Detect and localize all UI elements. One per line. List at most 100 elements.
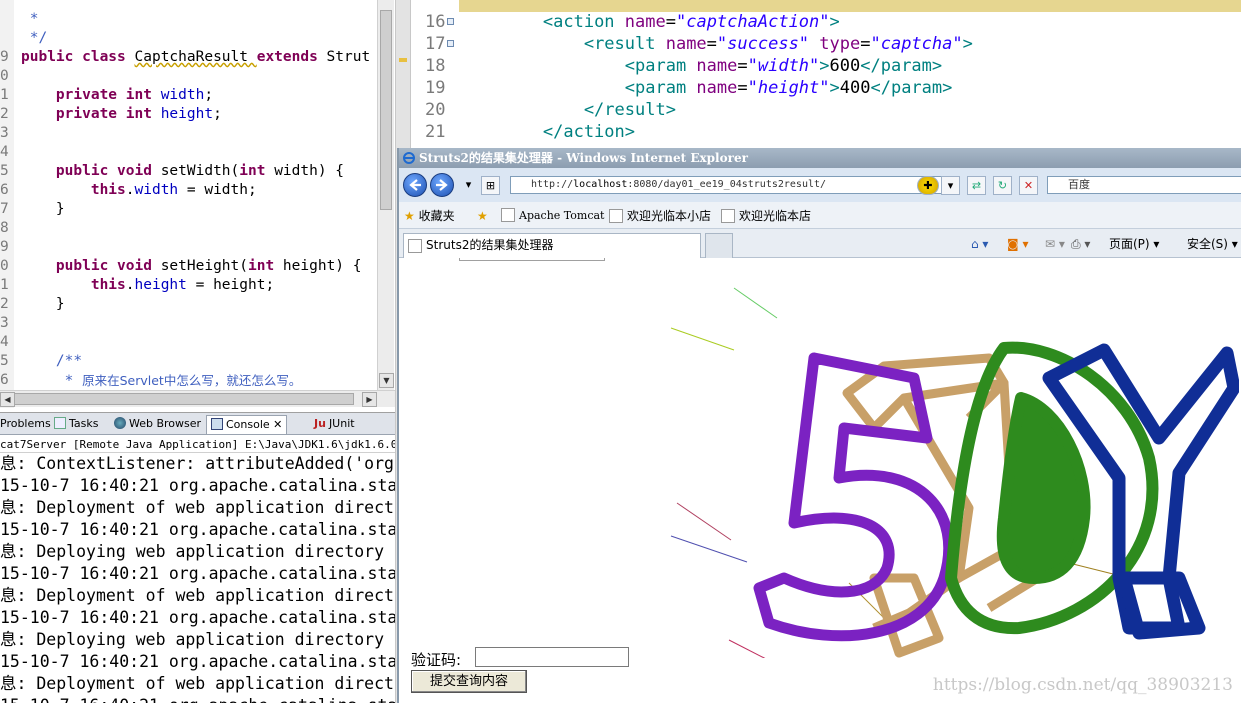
code-token: < (461, 34, 595, 54)
fold-toggle-icon[interactable] (447, 18, 454, 25)
line-number: 1 (0, 277, 9, 293)
ie-tab-active[interactable]: Struts2的结果集处理器 (403, 233, 701, 258)
code-text: /** (21, 352, 82, 371)
code-token: = (665, 12, 676, 32)
code-token: = height; (186, 277, 275, 293)
code-token: width (160, 87, 205, 103)
code-token: CaptchaResult (134, 49, 257, 65)
java-vscroll-thumb[interactable] (380, 10, 392, 210)
code-token: </action> (461, 122, 635, 142)
globe-icon (114, 417, 126, 429)
captcha-input[interactable] (475, 647, 629, 667)
console-line: 息: Deployment of web application directo (0, 498, 395, 517)
close-icon[interactable]: ✕ (273, 418, 282, 431)
forward-arrow-icon (436, 179, 448, 191)
console-view: Problems Tasks Web Browser Console ✕ Ju J… (0, 412, 395, 703)
page-menu[interactable]: 页面(P) ▾ (1109, 236, 1159, 253)
feeds-icon[interactable]: ◙ ▾ (1007, 236, 1028, 253)
code-token: result (594, 34, 656, 54)
code-token: name (614, 12, 666, 32)
java-code-line: */ (0, 29, 47, 48)
safety-menu[interactable]: 安全(S) ▾ (1187, 236, 1238, 253)
code-token: setHeight( (160, 258, 248, 274)
code-token: private int (21, 87, 161, 103)
forward-button[interactable] (430, 173, 454, 197)
favorite-item-store[interactable]: 欢迎光临本店 (721, 207, 811, 225)
captcha-image[interactable] (659, 278, 1239, 658)
java-hscroll-thumb[interactable] (14, 393, 354, 405)
code-text: this.width = width; (21, 181, 257, 200)
java-code-line: 7 } (0, 200, 65, 219)
console-line: 15-10-7 16:40:21 org.apache.catalina.sta (0, 608, 395, 627)
ie-title-bar[interactable]: Struts2的结果集处理器 - Windows Internet Explor… (399, 148, 1241, 168)
code-token: public class (21, 49, 135, 65)
scroll-left-icon[interactable]: ◀ (0, 392, 15, 407)
code-token: = (737, 56, 748, 76)
console-line: 15-10-7 16:40:21 org.apache.catalina.sta (0, 695, 395, 703)
code-token: = (737, 78, 748, 98)
mail-icon[interactable]: ✉ ▾ (1045, 236, 1065, 253)
java-horizontal-scrollbar[interactable]: ◀ ▶ (0, 390, 395, 407)
captcha-label: 验证码: (411, 651, 462, 669)
code-token: int (248, 258, 275, 274)
code-token: * (21, 0, 30, 8)
scroll-right-icon[interactable]: ▶ (362, 392, 377, 407)
code-text: public void setWidth(int width) { (21, 162, 344, 181)
noise-line (670, 535, 748, 563)
line-number: 3 (0, 315, 9, 331)
address-input[interactable]: http://localhost:8080/day01_ee19_04strut… (510, 176, 960, 194)
code-token: this (21, 277, 126, 293)
page-icon (408, 239, 422, 253)
code-token: height (134, 277, 187, 293)
noise-line (733, 287, 778, 319)
line-number: 5 (0, 353, 9, 369)
java-editor[interactable]: * * */ 9 public class CaptchaResult extend… (0, 0, 395, 408)
go-icon[interactable]: ⇄ (967, 176, 986, 195)
scroll-down-icon[interactable]: ▼ (379, 373, 394, 388)
ie-window-title: Struts2的结果集处理器 - Windows Internet Explor… (419, 151, 748, 165)
noise-line (670, 327, 735, 351)
console-line: 15-10-7 16:40:21 org.apache.catalina.sta (0, 476, 395, 495)
xml-editor[interactable]: 16 <action name="captchaAction"> 17 <resu… (411, 0, 1241, 148)
print-icon[interactable]: ⎙ ▾ (1071, 236, 1090, 253)
submit-button[interactable]: 提交查询内容 (411, 670, 527, 693)
compat-icon[interactable]: ⊞ (481, 176, 500, 195)
line-number: 5 (0, 163, 9, 179)
code-text: * (21, 0, 30, 10)
new-tab-button[interactable] (705, 233, 733, 258)
tab-junit[interactable]: Ju JUnit (310, 415, 359, 434)
java-code-line: 0 public void setHeight(int height) { (0, 257, 362, 276)
stop-icon[interactable]: ✕ (1019, 176, 1038, 195)
code-token: . (125, 182, 135, 198)
address-bar-area: ▾ ⊞ http://localhost:8080/day01_ee19_04s… (399, 168, 1241, 202)
code-token: */ (21, 30, 48, 46)
refresh-icon[interactable]: ↻ (993, 176, 1012, 195)
code-token: > (819, 56, 830, 76)
code-text: */ (21, 29, 47, 48)
search-input[interactable]: 百度 (1047, 176, 1241, 194)
code-token: * (21, 373, 83, 389)
back-button[interactable] (403, 173, 427, 197)
code-token: this (21, 182, 126, 198)
history-dropdown-icon[interactable]: ▾ (459, 176, 478, 195)
fold-toggle-icon[interactable] (447, 40, 454, 47)
favorite-item-shop[interactable]: 欢迎光临本小店 (609, 207, 711, 225)
console-process-label: cat7Server [Remote Java Application] E:\… (0, 436, 395, 453)
line-number: 21 (425, 122, 446, 142)
compatibility-view-icon[interactable]: ✚ (917, 176, 939, 195)
favorites-button[interactable]: ★ 收藏夹 (404, 207, 455, 225)
java-code-line: 5 /** (0, 352, 82, 371)
tab-web-browser[interactable]: Web Browser (110, 415, 205, 434)
line-number: 3 (0, 125, 9, 141)
address-dropdown-icon[interactable]: ▾ (941, 176, 960, 195)
add-favorite-icon[interactable]: ★ (477, 207, 488, 225)
code-text: <action name="captchaAction"> (461, 11, 840, 33)
java-vertical-scrollbar[interactable]: ▼ (377, 0, 394, 390)
home-icon[interactable]: ⌂ ▾ (971, 236, 988, 253)
ie-window: Struts2的结果集处理器 - Windows Internet Explor… (397, 148, 1241, 703)
favorite-item-apache-tomcat[interactable]: Apache Tomcat (501, 207, 604, 225)
tab-console[interactable]: Console ✕ (206, 415, 288, 434)
tab-problems[interactable]: Problems (0, 415, 55, 434)
tab-tasks[interactable]: Tasks (50, 415, 102, 434)
console-line: 息: Deployment of web application directo (0, 586, 395, 605)
